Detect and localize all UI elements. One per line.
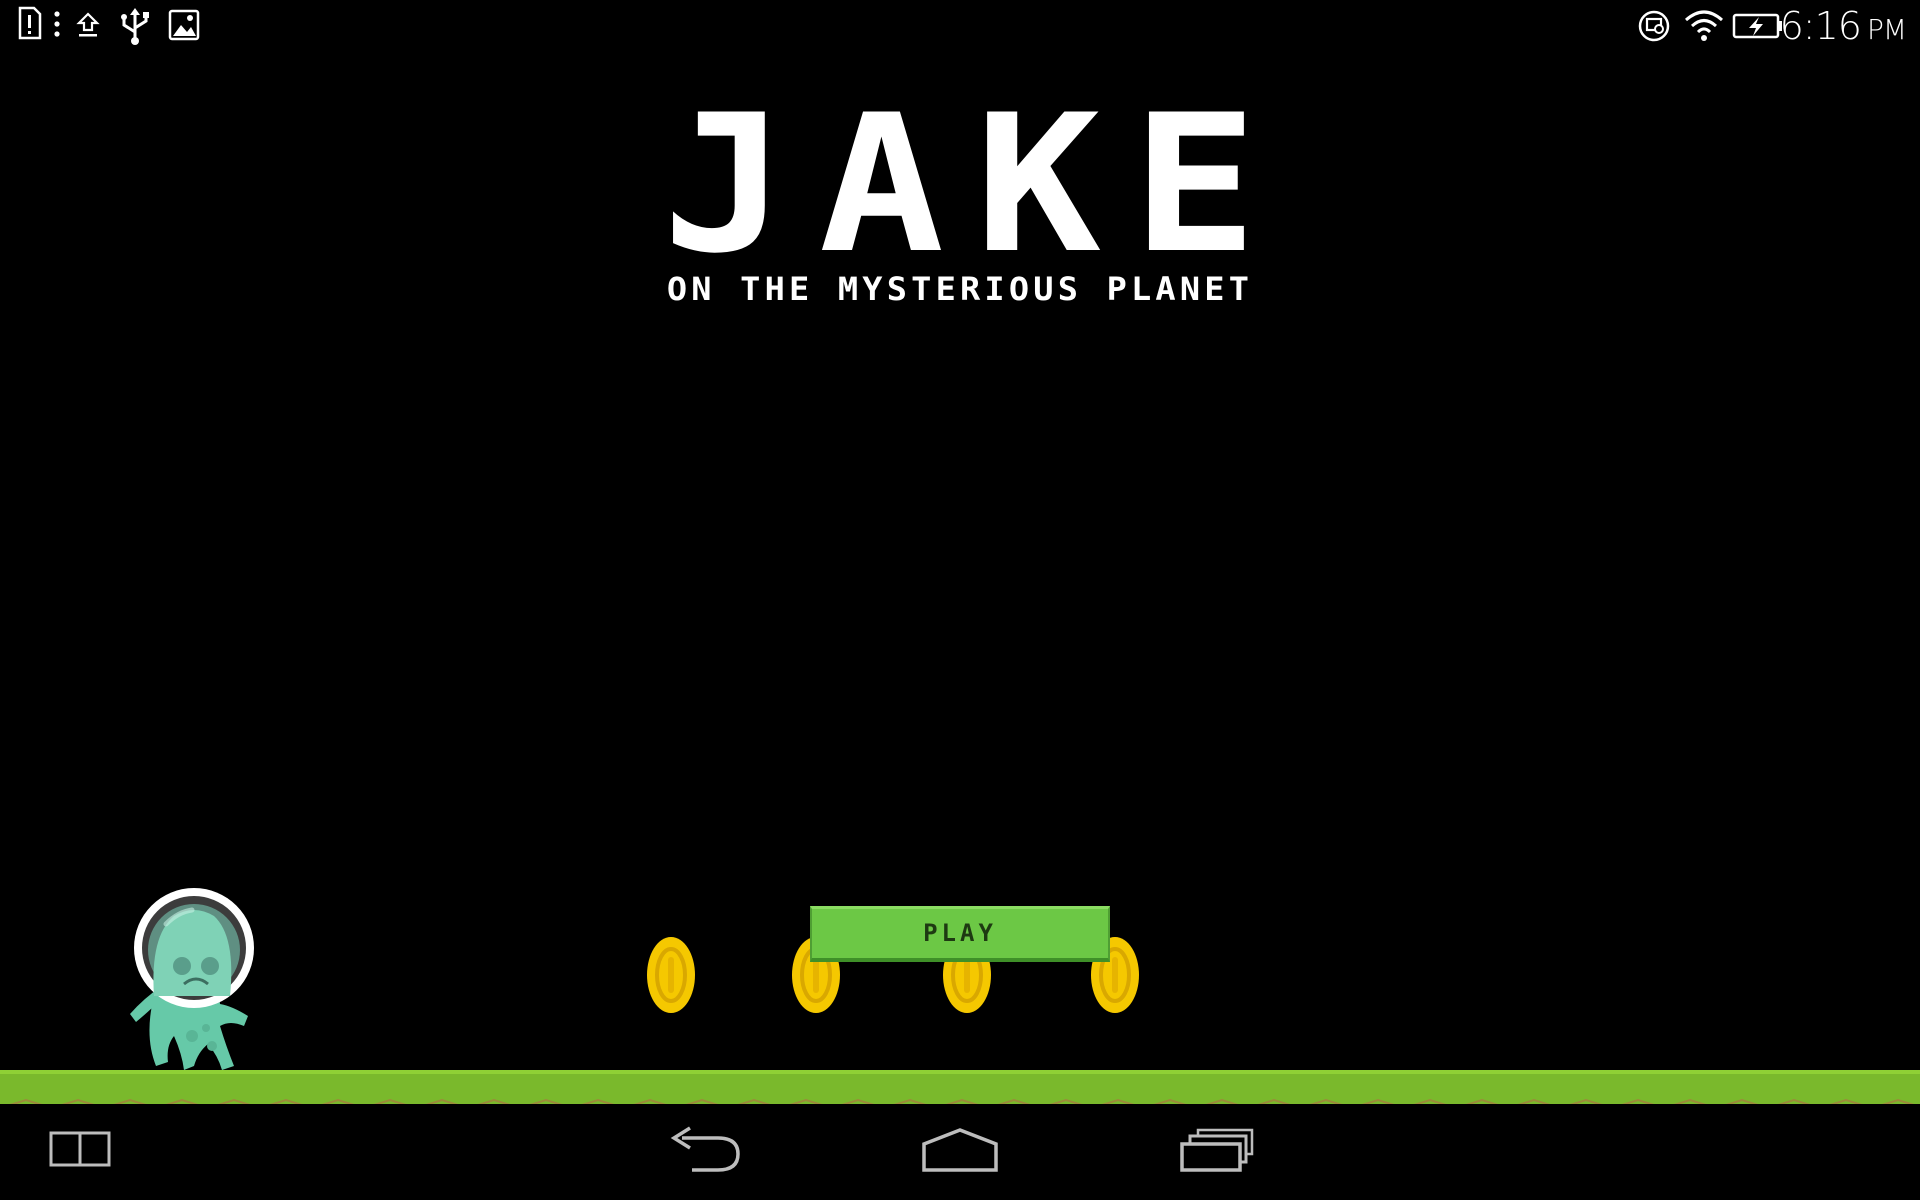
title-block: JAKE ON THE MYSTERIOUS PLANET <box>0 74 1920 309</box>
alien-astronaut-character <box>130 888 254 1070</box>
status-bar: 6:16 PM <box>0 0 1920 52</box>
multiwindow-icon[interactable] <box>48 1124 112 1172</box>
battery-charging-icon <box>1732 13 1782 39</box>
game-title: JAKE <box>662 74 1289 295</box>
back-icon[interactable] <box>666 1124 746 1176</box>
clock-time: 6:16 <box>1779 4 1862 48</box>
recent-apps-icon[interactable] <box>1178 1124 1258 1176</box>
clock-ampm: PM <box>1866 13 1907 46</box>
navigation-bar <box>0 1104 1920 1200</box>
sync-icon <box>1638 10 1670 42</box>
play-button[interactable]: PLAY <box>810 906 1110 962</box>
image-icon <box>168 9 200 41</box>
wifi-icon <box>1685 10 1723 41</box>
sim-alert-icon <box>18 6 42 40</box>
game-subtitle: ON THE MYSTERIOUS PLANET <box>666 270 1254 308</box>
ground-strip <box>0 1070 1920 1108</box>
coin <box>647 937 695 1013</box>
usb-icon <box>121 8 149 45</box>
more-dots-icon <box>54 11 60 37</box>
clock: 6:16 PM <box>1779 4 1907 48</box>
upload-icon <box>76 12 100 37</box>
home-icon[interactable] <box>920 1124 1000 1176</box>
